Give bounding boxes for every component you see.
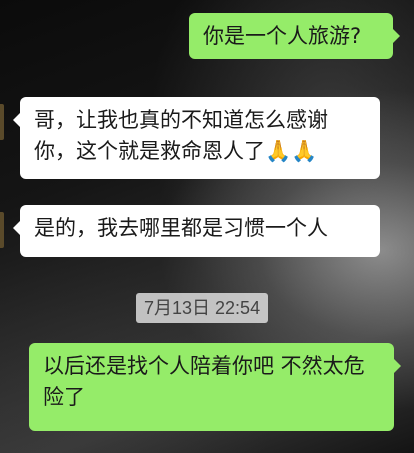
message-text: 以后还是找个人陪着你吧 不然太危险了 bbox=[43, 354, 365, 409]
incoming-message-bubble[interactable]: 哥，让我也真的不知道怎么感谢你，这个就是救命恩人了🙏🙏 bbox=[13, 97, 380, 179]
incoming-message-bubble[interactable]: 是的，我去哪里都是习惯一个人 bbox=[13, 205, 380, 257]
outgoing-message-bubble[interactable]: 你是一个人旅游? bbox=[189, 13, 400, 59]
sender-avatar[interactable] bbox=[0, 104, 4, 140]
message-text: 哥，让我也真的不知道怎么感谢你，这个就是救命恩人了🙏🙏 bbox=[34, 108, 328, 163]
sender-avatar[interactable] bbox=[0, 212, 4, 248]
message-text: 是的，我去哪里都是习惯一个人 bbox=[34, 216, 328, 240]
message-text: 你是一个人旅游? bbox=[203, 24, 362, 48]
chat-area: 你是一个人旅游? 哥，让我也真的不知道怎么感谢你，这个就是救命恩人了🙏🙏 是的，… bbox=[0, 0, 414, 453]
timestamp-label: 7月13日 22:54 bbox=[136, 293, 269, 323]
outgoing-message-bubble[interactable]: 以后还是找个人陪着你吧 不然太危险了 bbox=[29, 343, 401, 431]
